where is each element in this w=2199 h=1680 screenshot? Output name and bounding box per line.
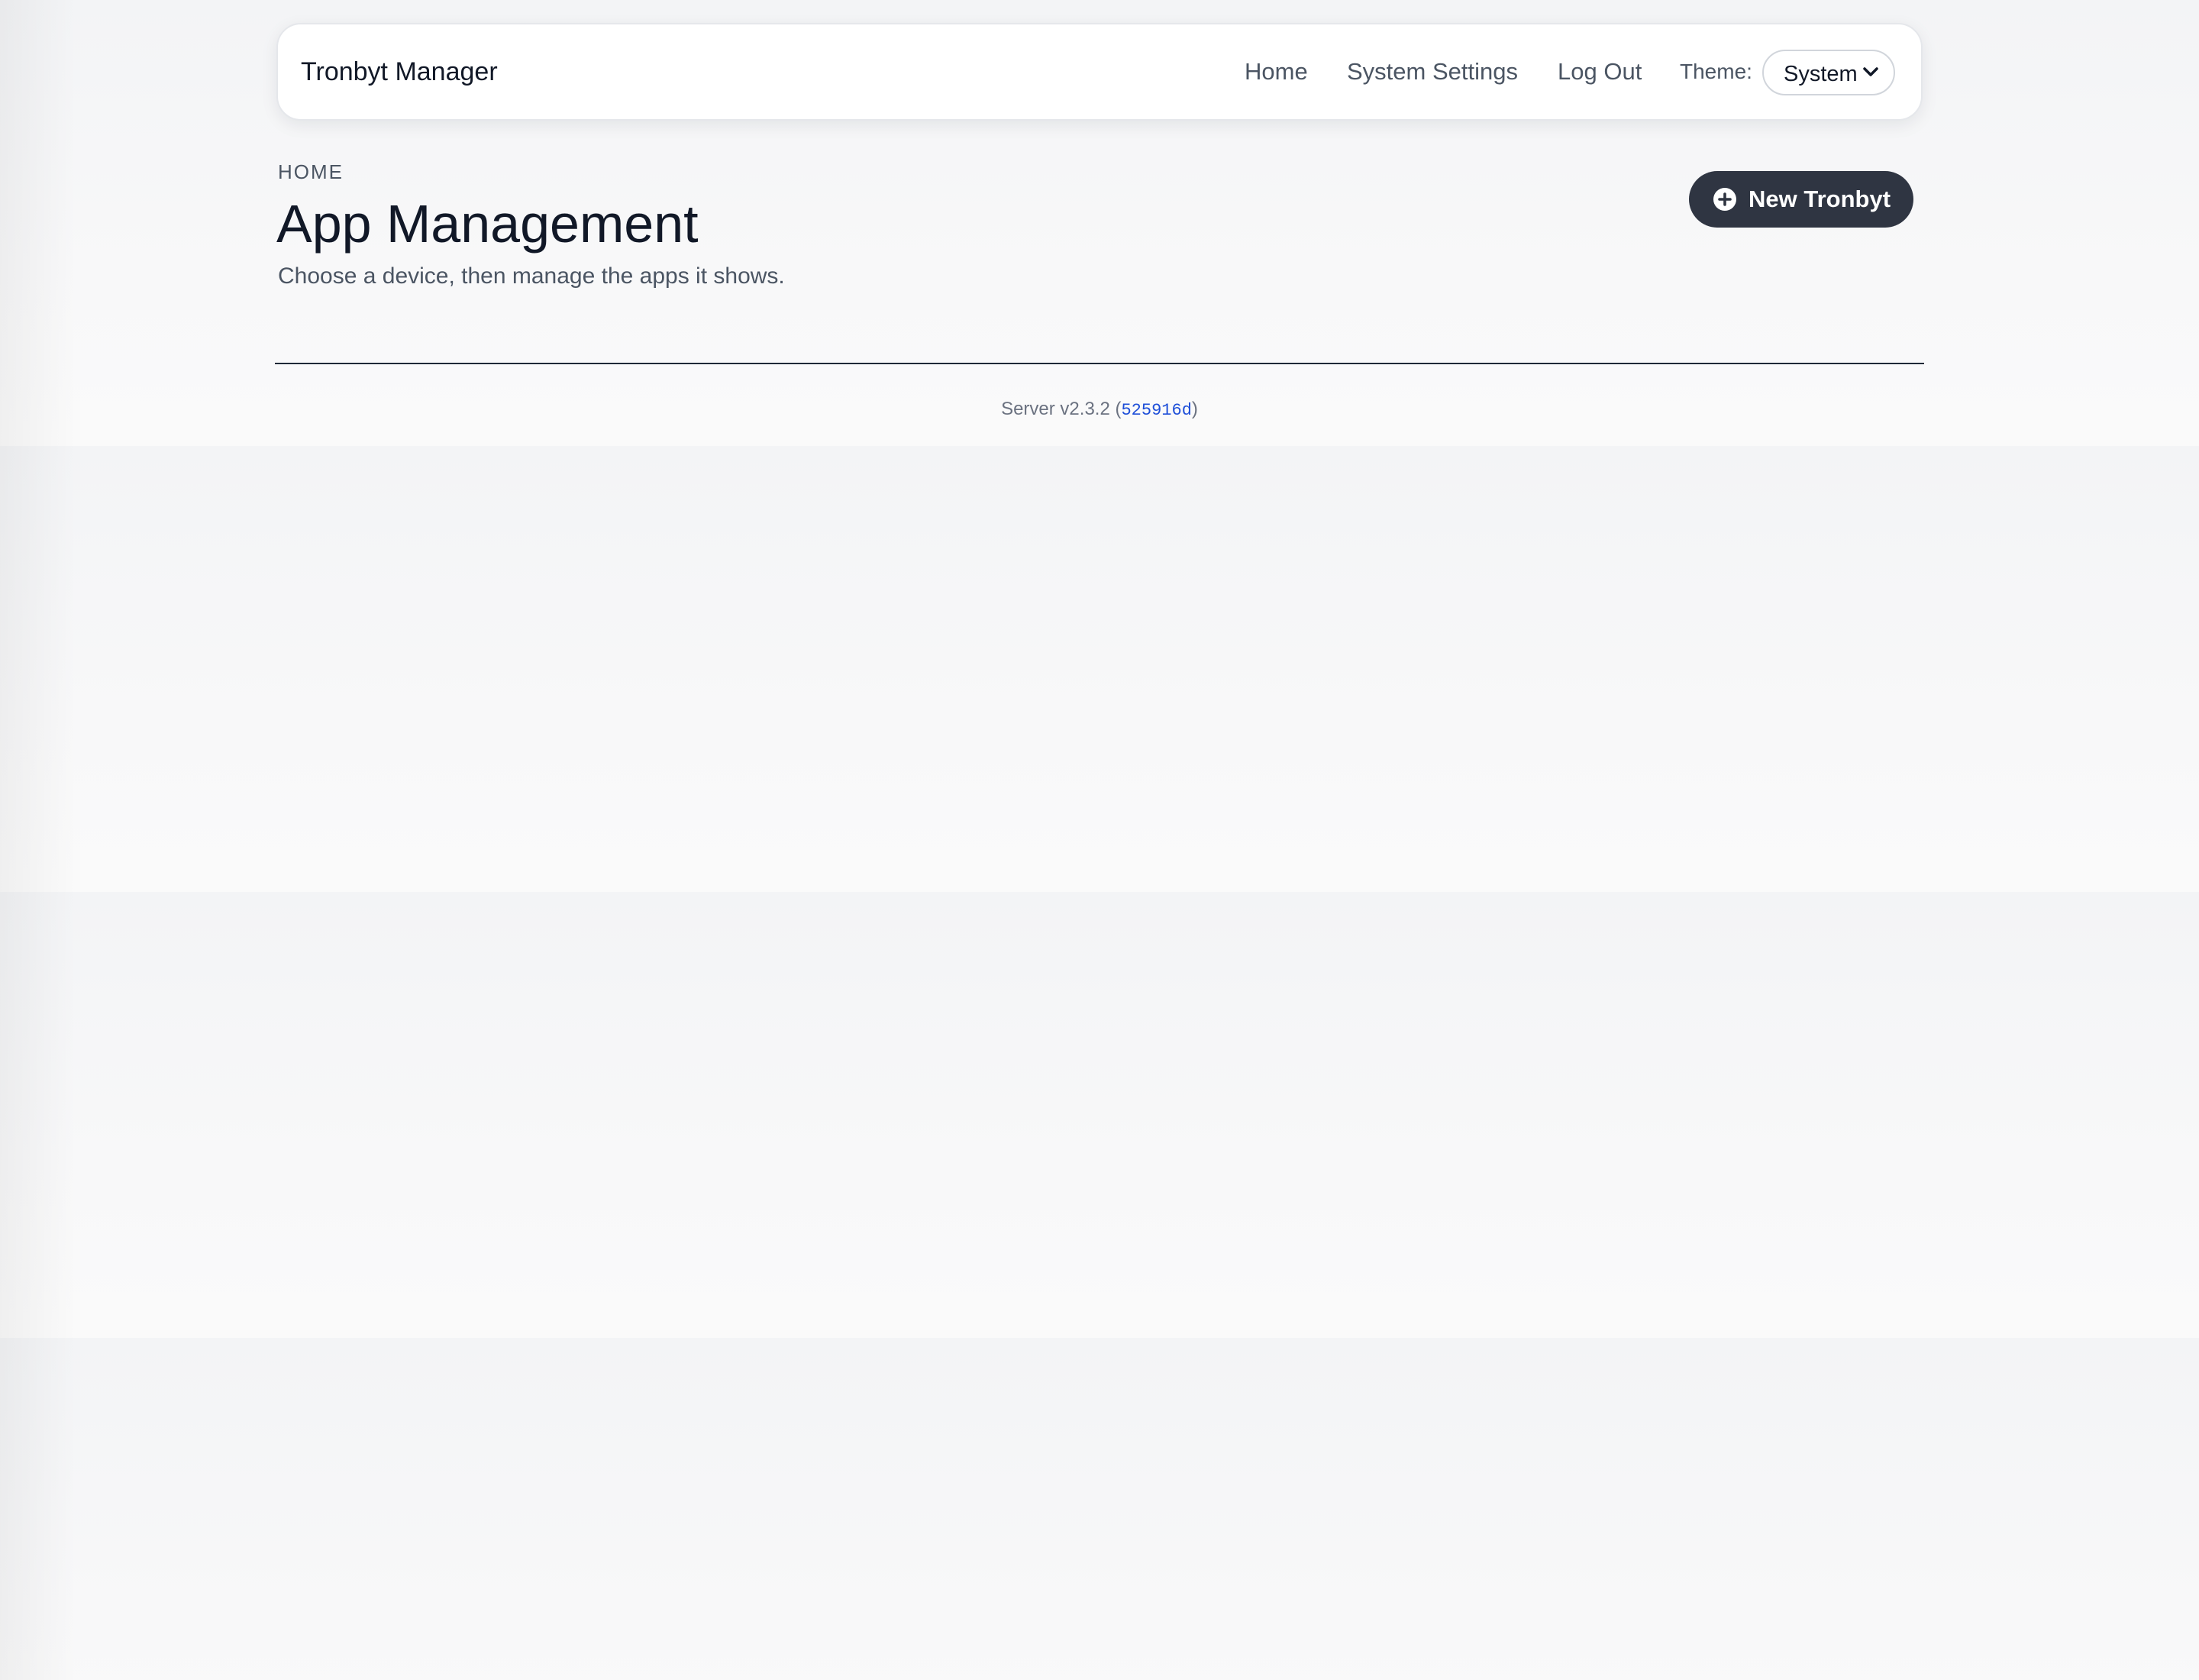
nav-link-system-settings[interactable]: System Settings (1347, 24, 1518, 119)
server-version-footer: Server v2.3.2 (525916d) (0, 397, 2199, 423)
content-divider (275, 363, 1924, 364)
breadcrumb: HOME (278, 160, 344, 183)
page-subtitle: Choose a device, then manage the apps it… (278, 263, 785, 289)
chevron-down-icon (1863, 67, 1878, 76)
theme-label: Theme: (1680, 60, 1752, 83)
top-navbar: Tronbyt Manager Home System Settings Log… (276, 23, 1923, 121)
new-tronbyt-button[interactable]: New Tronbyt (1689, 171, 1913, 228)
page-title: App Management (276, 194, 699, 254)
theme-select[interactable]: System (1762, 50, 1895, 95)
commit-hash-link[interactable]: 525916d (1121, 401, 1191, 420)
new-tronbyt-button-label: New Tronbyt (1749, 186, 1891, 212)
server-version-suffix: ) (1191, 399, 1198, 419)
nav-link-log-out[interactable]: Log Out (1558, 24, 1642, 119)
server-version-text: Server v2.3.2 ( (1001, 399, 1122, 419)
plus-circle-icon (1713, 188, 1736, 211)
brand-link[interactable]: Tronbyt Manager (301, 24, 498, 119)
nav-link-home[interactable]: Home (1245, 24, 1308, 119)
theme-select-value: System (1784, 62, 1858, 86)
